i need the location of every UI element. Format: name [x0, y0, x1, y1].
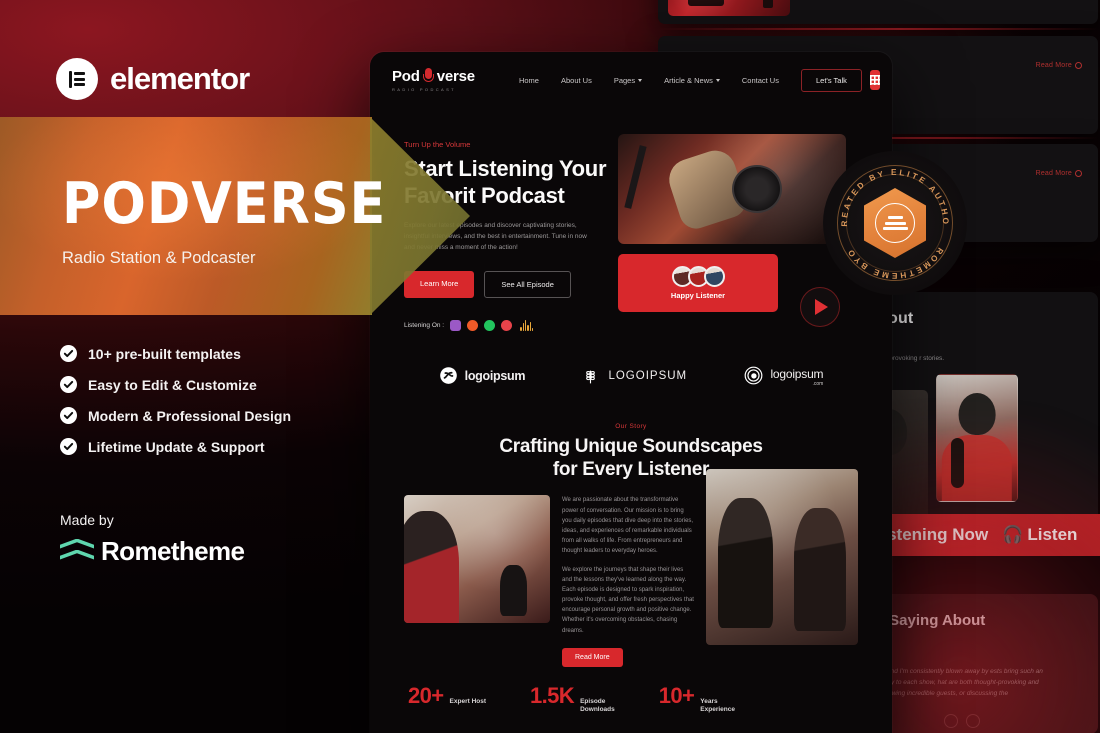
- elite-author-hexagon-icon: [864, 188, 926, 258]
- play-button-icon[interactable]: [800, 286, 840, 327]
- elementor-logo: elementor: [56, 58, 250, 100]
- arrow-circle-icon: [1075, 62, 1082, 69]
- episode-thumbnail: [668, 0, 790, 16]
- stat-number: 10+: [658, 682, 695, 708]
- read-more-button[interactable]: Read More: [562, 647, 623, 667]
- arrow-circle-icon: [1075, 170, 1082, 177]
- feature-item: Modern & Professional Design: [60, 407, 291, 424]
- couple-podcasters-photo: [706, 469, 858, 646]
- rometheme-chevrons-icon: [60, 538, 94, 565]
- screenshot-stage: 2:00 - 3:30 Read More Read More Read Mor…: [0, 0, 1100, 733]
- studio-microphone-photo: [618, 134, 846, 244]
- logoipsum-spiral-icon: [744, 366, 763, 385]
- stat-item: 1.5K Episode Downloads: [530, 683, 615, 715]
- stat-label: Years Experience: [700, 697, 735, 714]
- product-title: PODVERSE: [62, 171, 387, 237]
- stat-number: 1.5K: [530, 682, 575, 708]
- story-heading-line2: for Every Listener: [552, 458, 710, 480]
- pocket-casts-icon[interactable]: [501, 319, 513, 331]
- promo-overlay: elementor PODVERSE Radio Station & Podca…: [0, 0, 470, 733]
- made-by-label: Made by: [60, 512, 114, 528]
- chevron-down-icon: [638, 78, 643, 82]
- story-text-column: We are passionate about the transformati…: [562, 495, 694, 667]
- stat-item: 10+ Years Experience: [659, 683, 735, 715]
- avatar-group: [671, 266, 725, 287]
- product-subtitle: Radio Station & Podcaster: [62, 249, 256, 267]
- logo-item: LOGOIPSUM: [582, 366, 687, 385]
- feature-label: Modern & Professional Design: [88, 407, 292, 424]
- see-all-episode-button[interactable]: See All Episode: [484, 270, 571, 298]
- chevron-down-icon: [715, 78, 720, 82]
- check-circle-icon: [60, 345, 77, 362]
- check-circle-icon: [60, 438, 77, 455]
- episode-read-more-link[interactable]: Read More: [1036, 170, 1082, 177]
- background-panel-episode-top: 2:00 - 3:30 Read More: [658, 0, 1098, 24]
- logo-text: logoipsum: [770, 366, 824, 381]
- logo-domain: .com: [812, 380, 824, 387]
- read-more-label: Read More: [1035, 62, 1072, 69]
- rometheme-wordmark: Rometheme: [101, 536, 245, 566]
- about-subtext: ght-provoking r stories.: [878, 355, 945, 362]
- happy-listener-label: Happy Listener: [670, 291, 726, 300]
- story-heading-line1: Crafting Unique Soundscapes: [499, 435, 763, 457]
- read-more-label: Read More: [1035, 170, 1072, 177]
- lets-talk-button[interactable]: Let's Talk: [800, 68, 862, 92]
- logo-text-wrap: logoipsum .com: [770, 365, 823, 387]
- nav-item-article-news[interactable]: Article & News: [664, 76, 720, 85]
- rometheme-logo: Rometheme: [60, 536, 245, 567]
- feature-label: Easy to Edit & Customize: [88, 376, 257, 393]
- avatar: [703, 266, 725, 287]
- elementor-wordmark: elementor: [110, 61, 250, 96]
- made-by-block: Made by Rometheme: [60, 512, 245, 567]
- story-paragraph-1: We are passionate about the transformati…: [562, 497, 694, 555]
- logo-item: logoipsum .com: [744, 365, 824, 387]
- nav-item-home[interactable]: Home: [519, 76, 539, 85]
- nav-item-contact-us[interactable]: Contact Us: [742, 76, 779, 85]
- feature-item: Lifetime Update & Support: [60, 438, 291, 455]
- logoipsum-wheat-icon: [582, 366, 601, 385]
- elite-author-badge: CREATED BY ELITE AUTHOR ROMETHEME BYO: [823, 151, 967, 295]
- panel-divider: [658, 28, 1098, 30]
- check-circle-icon: [60, 376, 77, 393]
- feature-label: 10+ pre-built templates: [88, 345, 241, 362]
- feature-label: Lifetime Update & Support: [88, 438, 265, 455]
- feature-list: 10+ pre-built templates Easy to Edit & C…: [60, 345, 291, 469]
- feature-item: 10+ pre-built templates: [60, 345, 291, 362]
- audio-wave-icon: [520, 319, 534, 331]
- logo-text: logoipsum: [464, 368, 526, 383]
- feature-item: Easy to Edit & Customize: [60, 376, 291, 393]
- story-eyebrow: Our Story: [615, 422, 647, 430]
- logo-text: LOGOIPSUM: [608, 369, 688, 382]
- elementor-logo-icon: [56, 58, 98, 100]
- happy-listener-card: Happy Listener: [618, 254, 778, 312]
- check-circle-icon: [60, 407, 77, 424]
- nav-item-pages[interactable]: Pages: [614, 76, 643, 85]
- grid-menu-icon[interactable]: [869, 70, 880, 90]
- nav-item-about-us[interactable]: About Us: [561, 76, 592, 85]
- story-paragraph-2: We explore the journeys that shape their…: [562, 566, 694, 634]
- nav-menu: Home About Us Pages Article & News Conta…: [519, 76, 779, 85]
- spotify-icon[interactable]: [484, 319, 496, 331]
- episode-read-more-link[interactable]: Read More: [1036, 62, 1082, 69]
- stat-label: Episode Downloads: [580, 697, 615, 714]
